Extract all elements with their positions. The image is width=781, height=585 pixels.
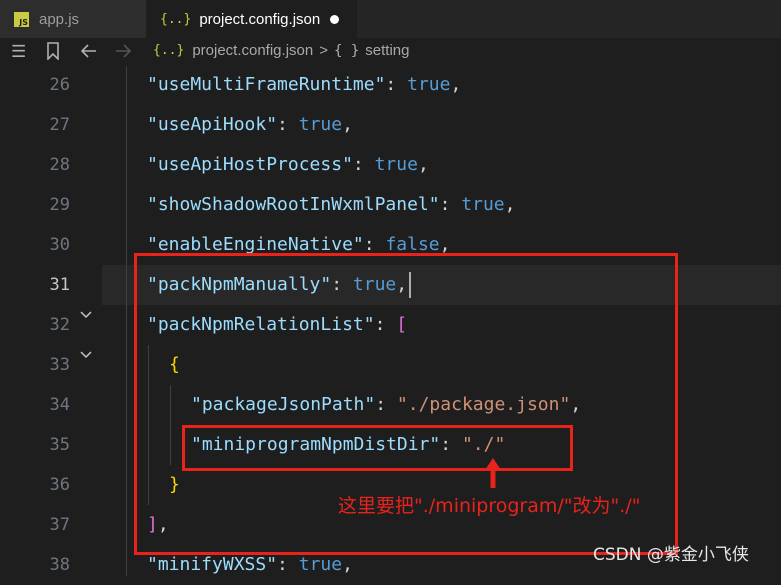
- code-text: "useMultiFrameRuntime": true,: [147, 74, 462, 95]
- annotation-text: 这里要把"./miniprogram/"改为"./": [338, 495, 641, 517]
- tab-app-js[interactable]: JS app.js: [0, 0, 146, 38]
- line-number: 26: [49, 75, 70, 95]
- line-number: 30: [49, 235, 70, 255]
- line-number: 36: [49, 475, 70, 495]
- annotation-arrow-icon: [485, 458, 501, 488]
- line-number: 29: [49, 195, 70, 215]
- object-icon: { }: [333, 42, 360, 59]
- line-number: 35: [49, 435, 70, 455]
- line-number: 33: [49, 355, 70, 375]
- line-number: 28: [49, 155, 70, 175]
- code-text: "useApiHook": true,: [147, 114, 353, 135]
- tab-bar: JS app.js {..} project.config.json: [0, 0, 781, 38]
- breadcrumb-separator: >: [319, 42, 328, 59]
- line-number: 27: [49, 115, 70, 135]
- fold-chevron-icon[interactable]: [79, 348, 93, 366]
- forward-arrow-icon[interactable]: [114, 42, 132, 65]
- breadcrumb-bar: ☰ {..} project.config.json > { } setting: [0, 38, 781, 66]
- line-number: 38: [49, 555, 70, 575]
- code-text: "showShadowRootInWxmlPanel": true,: [147, 194, 516, 215]
- list-icon[interactable]: ☰: [11, 42, 26, 62]
- line-number: 37: [49, 515, 70, 535]
- code-editor[interactable]: 26 "useMultiFrameRuntime": true, 27 "use…: [0, 66, 781, 576]
- json-file-icon: {..}: [160, 11, 192, 27]
- breadcrumb: {..} project.config.json > { } setting: [153, 42, 409, 59]
- annotation-box-inner: [182, 425, 573, 471]
- code-line[interactable]: 27 "useApiHook": true,: [0, 105, 781, 145]
- breadcrumb-file[interactable]: project.config.json: [192, 42, 313, 59]
- code-line[interactable]: 26 "useMultiFrameRuntime": true,: [0, 65, 781, 105]
- line-number: 32: [49, 315, 70, 335]
- fold-chevron-icon[interactable]: [79, 308, 93, 326]
- code-line[interactable]: 29 "showShadowRootInWxmlPanel": true,: [0, 185, 781, 225]
- json-file-icon: {..}: [153, 43, 185, 58]
- tab-label: app.js: [39, 10, 80, 28]
- bookmark-icon[interactable]: [46, 42, 60, 65]
- line-number: 34: [49, 395, 70, 415]
- js-file-icon: JS: [14, 11, 29, 27]
- unsaved-dot-icon[interactable]: [330, 14, 340, 24]
- watermark: CSDN @紫金小飞侠: [593, 545, 749, 565]
- tab-label: project.config.json: [199, 10, 321, 28]
- tab-project-config-json[interactable]: {..} project.config.json: [146, 0, 357, 38]
- breadcrumb-section[interactable]: setting: [365, 42, 409, 59]
- line-number: 31: [49, 275, 70, 295]
- code-line[interactable]: 28 "useApiHostProcess": true,: [0, 145, 781, 185]
- back-arrow-icon[interactable]: [80, 42, 98, 65]
- code-text: "useApiHostProcess": true,: [147, 154, 429, 175]
